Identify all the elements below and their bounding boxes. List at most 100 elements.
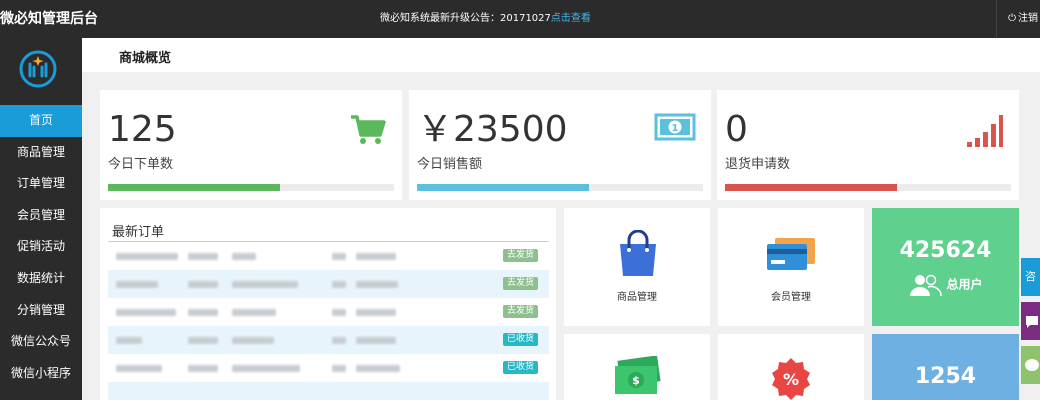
blurred-cell bbox=[116, 365, 162, 372]
blurred-cell bbox=[188, 253, 218, 260]
stat-progress-fill bbox=[725, 184, 897, 191]
tile-label: 商品管理 bbox=[617, 292, 657, 303]
stat-progress bbox=[417, 184, 703, 191]
stat-progress-fill bbox=[417, 184, 589, 191]
announcement-text: 微必知系统最新升级公告：20171027 bbox=[380, 13, 551, 24]
users-icon bbox=[910, 274, 943, 297]
svg-text:%: % bbox=[783, 370, 799, 389]
shopping-bag-icon bbox=[620, 230, 656, 276]
top-bar: 微必知管理后台 微必知系统最新升级公告：20171027点击查看 ⏻ 注销 bbox=[0, 0, 1040, 38]
users-label-row: 总用户 bbox=[872, 274, 1019, 297]
blurred-cell bbox=[116, 253, 178, 260]
tile-goods-management[interactable]: 商品管理 bbox=[564, 208, 710, 326]
sidebar-item-goods[interactable]: 商品管理 bbox=[0, 137, 82, 169]
float-tab-wechat[interactable] bbox=[1021, 346, 1040, 384]
svg-text:$: $ bbox=[632, 374, 640, 387]
blurred-cell bbox=[332, 281, 346, 288]
secondary-count: 1254 bbox=[914, 364, 977, 389]
table-row[interactable] bbox=[108, 382, 549, 400]
sidebar-item-statistics[interactable]: 数据统计 bbox=[0, 263, 82, 295]
blurred-cell bbox=[232, 253, 256, 260]
chat-bubble-icon bbox=[1026, 316, 1038, 328]
stat-card-orders: 125 今日下单数 bbox=[100, 90, 402, 200]
stat-progress bbox=[108, 184, 394, 191]
stat-tile-secondary[interactable]: 1254 bbox=[872, 334, 1019, 400]
blurred-cell bbox=[188, 281, 218, 288]
blurred-cell bbox=[188, 309, 218, 316]
blurred-cell bbox=[356, 309, 396, 316]
blurred-cell bbox=[356, 337, 396, 344]
blurred-cell bbox=[188, 337, 218, 344]
logout-button[interactable]: ⏻ 注销 bbox=[996, 0, 1040, 38]
announcement: 微必知系统最新升级公告：20171027点击查看 bbox=[380, 0, 591, 38]
sidebar-menu: 首页 商品管理 订单管理 会员管理 促销活动 数据统计 分销管理 微信公众号 微… bbox=[0, 105, 82, 389]
svg-text:1: 1 bbox=[672, 123, 679, 134]
blurred-cell bbox=[332, 253, 346, 260]
power-icon: ⏻ bbox=[1008, 13, 1016, 24]
users-label: 总用户 bbox=[946, 277, 983, 292]
blurred-cell bbox=[332, 365, 346, 372]
users-count: 425624 bbox=[899, 238, 992, 263]
credit-card-icon bbox=[767, 238, 815, 270]
wechat-icon bbox=[1025, 359, 1039, 371]
stat-label: 退货申请数 bbox=[725, 157, 791, 172]
money-icon: 1 bbox=[654, 113, 696, 141]
tile-finance[interactable]: $ bbox=[564, 334, 710, 400]
blurred-cell bbox=[116, 281, 158, 288]
signal-bars-icon bbox=[967, 115, 1003, 147]
sidebar-item-orders[interactable]: 订单管理 bbox=[0, 168, 82, 200]
table-row[interactable]: 去发货 bbox=[108, 270, 549, 298]
status-badge[interactable]: 去发货 bbox=[502, 305, 538, 318]
tile-member-management[interactable]: 会员管理 bbox=[718, 208, 864, 326]
stat-card-returns: 0 退货申请数 bbox=[717, 90, 1019, 200]
blurred-cell bbox=[356, 253, 396, 260]
brand-title: 微必知管理后台 bbox=[0, 11, 98, 27]
announcement-link[interactable]: 点击查看 bbox=[551, 13, 591, 24]
table-row[interactable]: 去发货 bbox=[108, 242, 549, 270]
blurred-cell bbox=[356, 365, 400, 372]
stat-value: 125 bbox=[108, 109, 177, 150]
stat-value: 0 bbox=[725, 109, 748, 150]
blurred-cell bbox=[232, 309, 276, 316]
blurred-cell bbox=[116, 337, 142, 344]
blurred-cell bbox=[232, 365, 300, 372]
table-row[interactable]: 已收货 bbox=[108, 354, 549, 382]
logout-label: 注销 bbox=[1018, 13, 1038, 24]
stat-progress-fill bbox=[108, 184, 280, 191]
orders-title: 最新订单 bbox=[112, 225, 165, 240]
cart-icon bbox=[351, 115, 386, 144]
stat-progress bbox=[725, 184, 1011, 191]
tile-label: 会员管理 bbox=[771, 292, 811, 303]
float-tab-consult[interactable]: 咨 bbox=[1021, 258, 1040, 296]
sidebar-item-wechat-miniprogram[interactable]: 微信小程序 bbox=[0, 358, 82, 390]
sidebar-item-promotions[interactable]: 促销活动 bbox=[0, 231, 82, 263]
sidebar-item-members[interactable]: 会员管理 bbox=[0, 200, 82, 232]
table-row[interactable]: 已收货 bbox=[108, 326, 549, 354]
sidebar-item-home[interactable]: 首页 bbox=[0, 105, 82, 137]
stat-label: 今日下单数 bbox=[108, 157, 174, 172]
stat-card-sales: ￥23500 今日销售额 1 bbox=[409, 90, 711, 200]
page-title: 商城概览 bbox=[119, 51, 172, 66]
sidebar-item-distribution[interactable]: 分销管理 bbox=[0, 295, 82, 327]
blurred-cell bbox=[332, 309, 346, 316]
float-tab-label: 咨 bbox=[1025, 270, 1036, 283]
cash-icon: $ bbox=[615, 356, 661, 394]
logo-icon bbox=[19, 50, 57, 88]
blurred-cell bbox=[356, 281, 398, 288]
float-tab-chat[interactable] bbox=[1021, 302, 1040, 340]
blurred-cell bbox=[332, 337, 346, 344]
status-badge[interactable]: 去发货 bbox=[502, 277, 538, 290]
status-badge[interactable]: 去发货 bbox=[502, 249, 538, 262]
sidebar: 首页 商品管理 订单管理 会员管理 促销活动 数据统计 分销管理 微信公众号 微… bbox=[0, 38, 82, 400]
stat-tile-total-users[interactable]: 425624 总用户 bbox=[872, 208, 1019, 326]
blurred-cell bbox=[116, 309, 176, 316]
latest-orders-panel: 最新订单 去发货 去发货 去发货 已收货 已收货 bbox=[100, 208, 556, 400]
table-row[interactable]: 去发货 bbox=[108, 298, 549, 326]
stat-value: ￥23500 bbox=[417, 109, 568, 150]
sidebar-item-wechat-official[interactable]: 微信公众号 bbox=[0, 326, 82, 358]
blurred-cell bbox=[232, 337, 274, 344]
status-badge[interactable]: 已收货 bbox=[502, 333, 538, 346]
tile-promotions[interactable]: % bbox=[718, 334, 864, 400]
status-badge[interactable]: 已收货 bbox=[502, 361, 538, 374]
stat-label: 今日销售额 bbox=[417, 157, 483, 172]
